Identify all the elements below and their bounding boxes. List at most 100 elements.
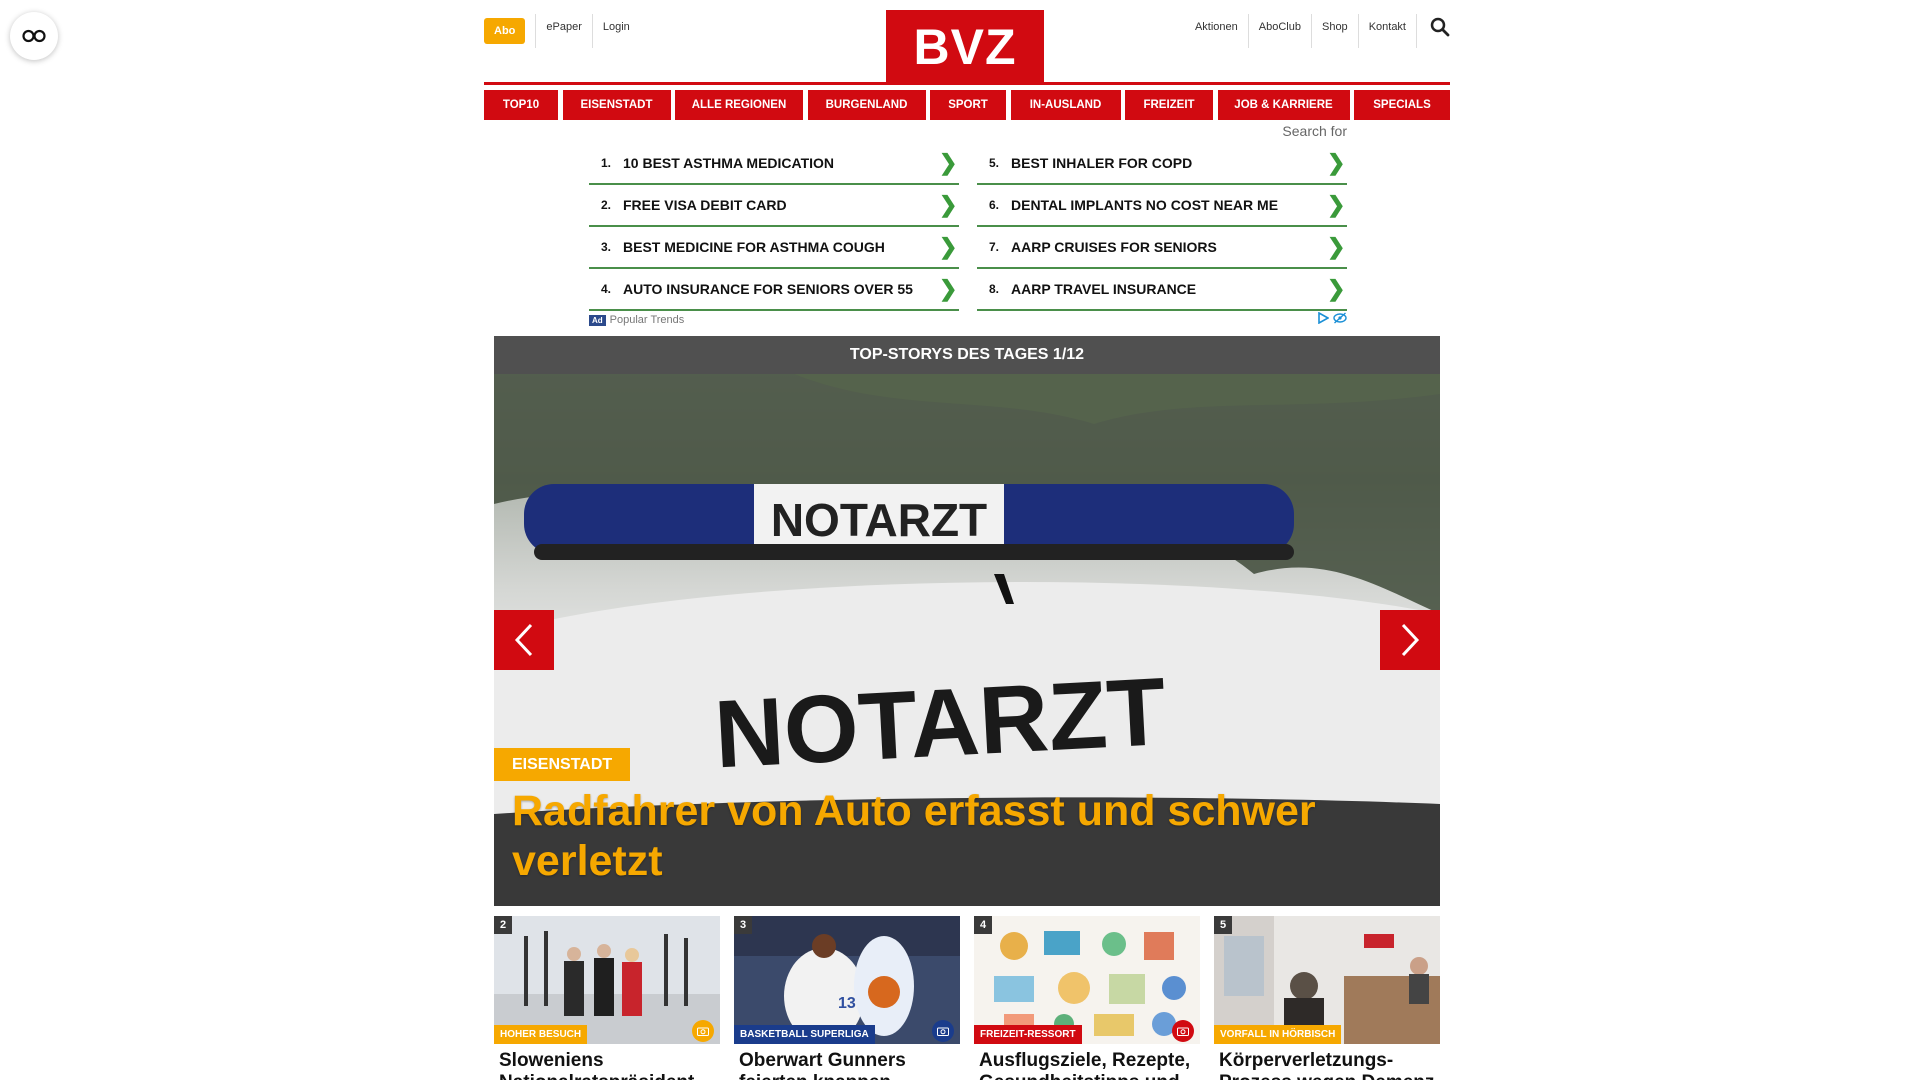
glasses-icon (22, 29, 46, 43)
ad-column-left: 1. 10 BEST ASTHMA MEDICATION ❯ 2. FREE V… (589, 143, 959, 311)
hero-story[interactable]: NOTARZT NOTARZT EISENSTADT Radfahrer von (494, 374, 1440, 906)
chevron-right-icon: ❯ (939, 234, 958, 259)
ad-link-8[interactable]: 8. AARP TRAVEL INSURANCE ❯ (977, 269, 1347, 311)
camera-icon (932, 1020, 954, 1042)
story-category-tag[interactable]: VORFALL IN HÖRBISCH (1214, 1025, 1342, 1044)
aboclub-link[interactable]: AboClub (1247, 14, 1311, 48)
ad-text: AUTO INSURANCE FOR SENIORS OVER 55 (623, 281, 913, 297)
ad-link-1[interactable]: 1. 10 BEST ASTHMA MEDICATION ❯ (589, 143, 959, 185)
chevron-left-icon (514, 623, 533, 657)
reader-mode-button[interactable] (10, 12, 58, 60)
ad-link-2[interactable]: 2. FREE VISA DEBIT CARD ❯ (589, 185, 959, 227)
slider-prev-button[interactable] (494, 610, 554, 670)
epaper-link[interactable]: ePaper (535, 14, 591, 48)
story-rank: 5 (1214, 916, 1232, 934)
login-link[interactable]: Login (591, 14, 640, 48)
aktionen-link[interactable]: Aktionen (1185, 14, 1248, 48)
chevron-right-icon: ❯ (1327, 276, 1346, 301)
ad-number: 5. (989, 156, 1000, 170)
story-card[interactable]: 2 HOHER BESUCH Sloweniens Nationalratspr… (494, 916, 720, 1080)
top-stories-slider: TOP-STORYS DES TAGES 1/12 NOTARZT NOTARZ… (494, 336, 1440, 906)
ad-number: 4. (601, 282, 612, 296)
story-card-image: 2 HOHER BESUCH (494, 916, 720, 1044)
nav-item-sport[interactable]: SPORT (930, 90, 1006, 120)
story-cards: 2 HOHER BESUCH Sloweniens Nationalratspr… (494, 916, 1440, 1080)
story-title[interactable]: Körperverletzungs-Prozess wegen Demenz (1214, 1050, 1440, 1080)
ad-number: 8. (989, 282, 1000, 296)
kontakt-link[interactable]: Kontakt (1357, 14, 1416, 48)
hero-category-tag[interactable]: EISENSTADT (494, 748, 631, 781)
chevron-right-icon: ❯ (939, 192, 958, 217)
search-icon (1430, 17, 1450, 37)
story-category-tag[interactable]: FREIZEIT-RESSORT (974, 1025, 1082, 1044)
shop-link[interactable]: Shop (1310, 14, 1358, 48)
main-nav: TOP10 EISENSTADT ALLE REGIONEN BURGENLAN… (484, 90, 1450, 120)
ad-text: BEST INHALER FOR COPD (1011, 155, 1193, 171)
story-category-tag[interactable]: HOHER BESUCH (494, 1025, 588, 1044)
site-logo[interactable]: BVZ (886, 10, 1044, 84)
ad-number: 3. (601, 240, 612, 254)
story-card-image: 13 3 BASKETBALL SUPERLIGA (734, 916, 960, 1044)
nav-item-burgenland[interactable]: BURGENLAND (807, 90, 926, 120)
nav-item-top10[interactable]: TOP10 (484, 90, 558, 120)
chevron-right-icon: ❯ (939, 276, 958, 301)
ad-text: FREE VISA DEBIT CARD (623, 197, 787, 213)
story-card[interactable]: 13 3 BASKETBALL SUPERLIGA Oberwart Gunne… (734, 916, 960, 1080)
story-title[interactable]: Ausflugsziele, Rezepte, Gesundheitstipps… (974, 1050, 1200, 1080)
header-rule (484, 82, 1450, 85)
nav-item-job-karriere[interactable]: JOB & KARRIERE (1217, 90, 1350, 120)
ad-column-right: 5. BEST INHALER FOR COPD ❯ 6. DENTAL IMP… (977, 143, 1347, 311)
camera-icon (692, 1020, 714, 1042)
chevron-right-icon: ❯ (1327, 192, 1346, 217)
ad-footer: Ad Popular Trends (589, 312, 1347, 328)
story-title[interactable]: Sloweniens Nationalratspräsident (494, 1050, 720, 1080)
slider-next-button[interactable] (1380, 610, 1440, 670)
adchoices-icon (1318, 312, 1329, 324)
ad-number: 7. (989, 240, 1000, 254)
abo-button[interactable]: Abo (484, 18, 526, 44)
ad-badge: Ad (589, 314, 606, 326)
chevron-right-icon: ❯ (1327, 234, 1346, 259)
hero-headline[interactable]: Radfahrer von Auto erfasst und schwer ve… (512, 786, 1392, 886)
chevron-right-icon: ❯ (1327, 150, 1346, 175)
ad-choices[interactable] (1317, 312, 1347, 324)
ad-link-4[interactable]: 4. AUTO INSURANCE FOR SENIORS OVER 55 ❯ (589, 269, 959, 311)
story-category-tag[interactable]: BASKETBALL SUPERLIGA (734, 1025, 875, 1044)
ad-link-5[interactable]: 5. BEST INHALER FOR COPD ❯ (977, 143, 1347, 185)
story-card-image: 5 VORFALL IN HÖRBISCH (1214, 916, 1440, 1044)
ad-link-3[interactable]: 3. BEST MEDICINE FOR ASTHMA COUGH ❯ (589, 227, 959, 269)
sponsored-search-block: Search for 1. 10 BEST ASTHMA MEDICATION … (589, 120, 1347, 330)
ad-text: AARP TRAVEL INSURANCE (1011, 281, 1197, 297)
nav-item-freizeit[interactable]: FREIZEIT (1125, 90, 1213, 120)
story-card[interactable]: 4 FREIZEIT-RESSORT Ausflugsziele, Rezept… (974, 916, 1200, 1080)
ad-number: 2. (601, 198, 612, 212)
ad-link-6[interactable]: 6. DENTAL IMPLANTS NO COST NEAR ME ❯ (977, 185, 1347, 227)
hero-image-lightbar-text: NOTARZT (771, 494, 987, 546)
ad-footer-label: Popular Trends (609, 314, 685, 326)
nav-item-in-ausland[interactable]: IN-AUSLAND (1010, 90, 1121, 120)
page-container: Abo ePaper Login BVZ Aktionen AboClub Sh… (484, 0, 1450, 1080)
ad-number: 1. (601, 156, 612, 170)
story-title[interactable]: Oberwart Gunners feierten knappen (734, 1050, 960, 1080)
ad-text: DENTAL IMPLANTS NO COST NEAR ME (1011, 197, 1279, 213)
ad-text: AARP CRUISES FOR SENIORS (1011, 239, 1217, 255)
nav-item-alle-regionen[interactable]: ALLE REGIONEN (675, 90, 803, 120)
camera-icon (1172, 1020, 1194, 1042)
site-header: Abo ePaper Login BVZ Aktionen AboClub Sh… (484, 0, 1450, 85)
story-rank: 4 (974, 916, 992, 934)
slider-heading: TOP-STORYS DES TAGES 1/12 (494, 336, 1440, 374)
nav-item-specials[interactable]: SPECIALS (1354, 90, 1450, 120)
story-rank: 2 (494, 916, 512, 934)
top-right-links: Aktionen AboClub Shop Kontakt (1185, 14, 1450, 48)
chevron-right-icon (1401, 623, 1420, 657)
svg-text:13: 13 (838, 995, 856, 1012)
ad-text: BEST MEDICINE FOR ASTHMA COUGH (623, 239, 885, 255)
story-card[interactable]: 5 VORFALL IN HÖRBISCH Körperverletzungs-… (1214, 916, 1440, 1080)
chevron-right-icon: ❯ (939, 150, 958, 175)
search-button[interactable] (1416, 14, 1450, 48)
ad-link-7[interactable]: 7. AARP CRUISES FOR SENIORS ❯ (977, 227, 1347, 269)
hide-ad-icon (1333, 312, 1347, 324)
story-rank: 3 (734, 916, 752, 934)
ad-number: 6. (989, 198, 1000, 212)
nav-item-eisenstadt[interactable]: EISENSTADT (562, 90, 671, 120)
